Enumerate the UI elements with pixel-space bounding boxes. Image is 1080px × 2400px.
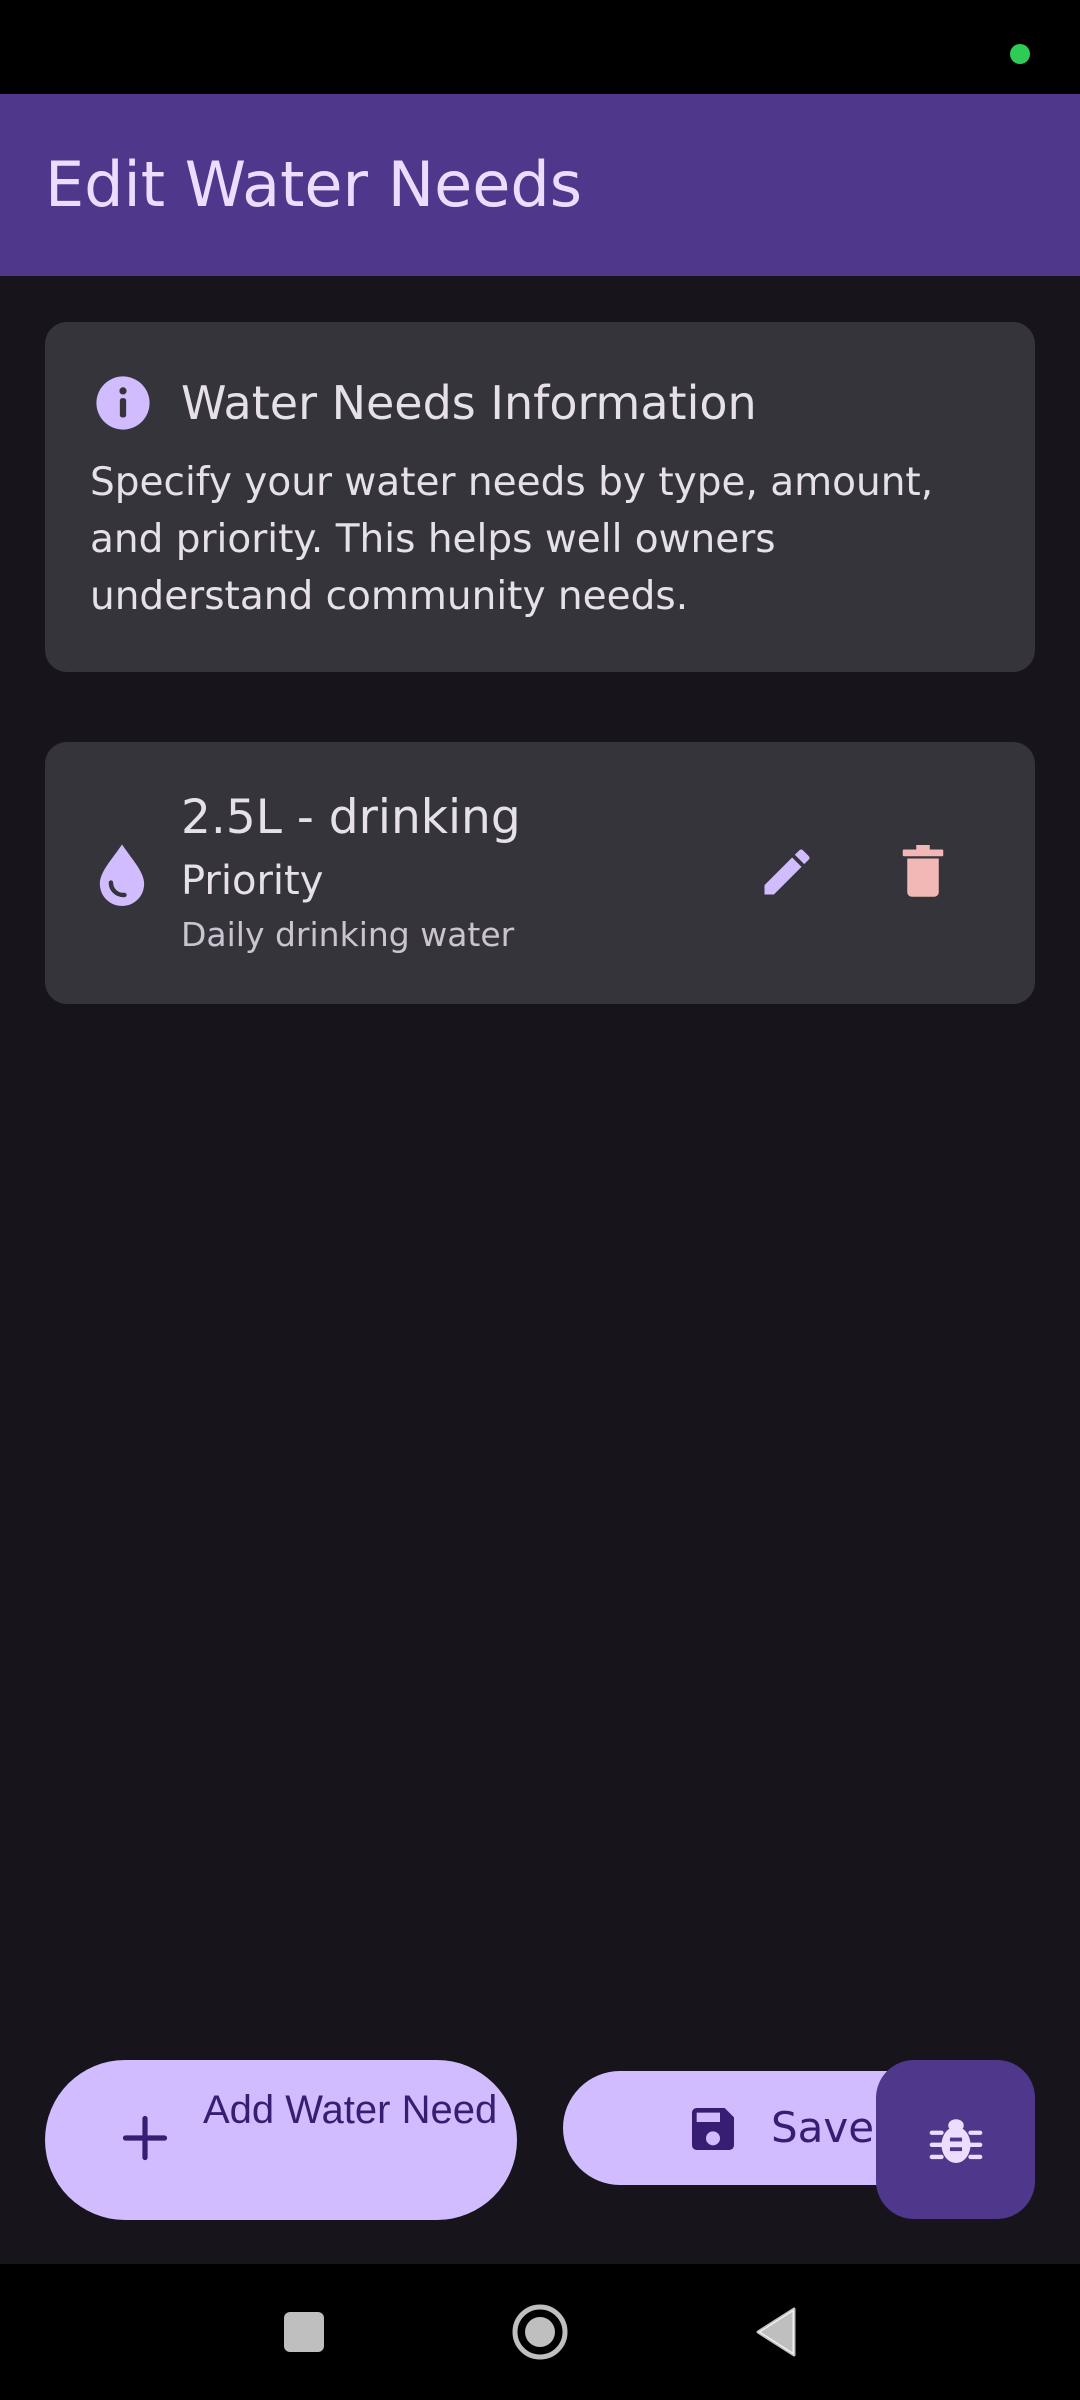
- water-need-title: 2.5L - drinking: [181, 790, 521, 845]
- status-bar: [0, 0, 1080, 94]
- bug-icon: [929, 2118, 982, 2163]
- home-circle-icon: [512, 2304, 568, 2360]
- top-app-bar: Edit Water Needs: [0, 94, 1080, 276]
- back-button[interactable]: [716, 2264, 836, 2400]
- square-icon: [284, 2312, 324, 2352]
- recents-button[interactable]: [244, 2264, 364, 2400]
- edit-icon: [764, 849, 810, 895]
- page-title: Edit Water Needs: [45, 148, 583, 221]
- back-triangle-icon: [756, 2307, 796, 2357]
- home-button[interactable]: [480, 2264, 600, 2400]
- system-navigation-bar: [0, 2264, 1080, 2400]
- water-need-note: Daily drinking water: [181, 915, 515, 954]
- save-icon: [692, 2108, 734, 2150]
- info-card-title: Water Needs Information: [181, 376, 757, 430]
- add-water-need-label: Add Water Need: [203, 2088, 498, 2132]
- info-card: Water Needs Information Specify your wat…: [45, 322, 1035, 672]
- delete-icon: [902, 845, 944, 897]
- water-need-priority: Priority: [181, 858, 324, 904]
- delete-button[interactable]: [875, 824, 971, 920]
- info-icon: [96, 376, 150, 430]
- plus-icon: [122, 2115, 168, 2161]
- status-indicator-dot: [1010, 44, 1030, 64]
- debug-button[interactable]: [876, 2060, 1035, 2219]
- add-water-need-button[interactable]: Add Water Need: [45, 2060, 517, 2220]
- edit-button[interactable]: [739, 824, 835, 920]
- water-need-item[interactable]: 2.5L - drinking Priority Daily drinking …: [45, 742, 1035, 1004]
- water-drop-icon: [99, 844, 145, 906]
- info-card-body: Specify your water needs by type, amount…: [90, 460, 934, 619]
